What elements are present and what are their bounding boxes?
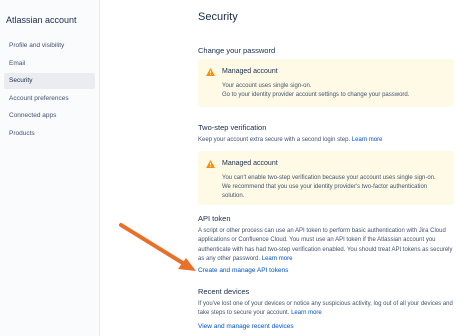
annotation-arrow: [119, 223, 196, 271]
two-step-notice: Managed account You can't enable two-ste…: [198, 151, 454, 205]
two-step-description: Keep your account extra secure with a se…: [198, 136, 456, 145]
page-title: Security: [198, 11, 238, 23]
notice-line: Your account uses single sign-on.: [222, 83, 312, 89]
recent-devices-heading: Recent devices: [198, 287, 250, 296]
two-step-learn-more-link[interactable]: Learn more: [352, 137, 383, 143]
view-manage-recent-devices-link[interactable]: View and manage recent devices: [198, 323, 294, 330]
notice-title: Managed account: [222, 160, 278, 167]
notice-title: Managed account: [222, 68, 278, 75]
create-manage-api-tokens-link[interactable]: Create and manage API tokens: [198, 267, 288, 274]
change-password-heading: Change your password: [198, 46, 276, 55]
api-token-description-text: A script or other process can use an API…: [198, 228, 453, 262]
api-token-description: A script or other process can use an API…: [198, 227, 456, 264]
notice-body: You can't enable two-step verification b…: [222, 175, 436, 199]
notice-body: Your account uses single sign-on. Go to …: [222, 82, 446, 100]
recent-devices-description-text: If you've lost one of your devices or no…: [198, 301, 453, 317]
recent-devices-description: If you've lost one of your devices or no…: [198, 300, 456, 319]
change-password-notice: Managed account Your account uses single…: [198, 59, 454, 107]
two-step-heading: Two-step verification: [198, 123, 267, 132]
main-content: Security Change your password Managed ac…: [0, 0, 474, 336]
two-step-description-text: Keep your account extra secure with a se…: [198, 137, 351, 143]
warning-icon: [206, 68, 215, 76]
api-token-heading: API token: [198, 214, 231, 223]
api-token-learn-more-link[interactable]: Learn more: [262, 256, 293, 262]
recent-devices-learn-more-link[interactable]: Learn more: [291, 310, 322, 316]
notice-line: Go to your identity provider account set…: [222, 92, 410, 98]
warning-icon: [206, 160, 215, 168]
